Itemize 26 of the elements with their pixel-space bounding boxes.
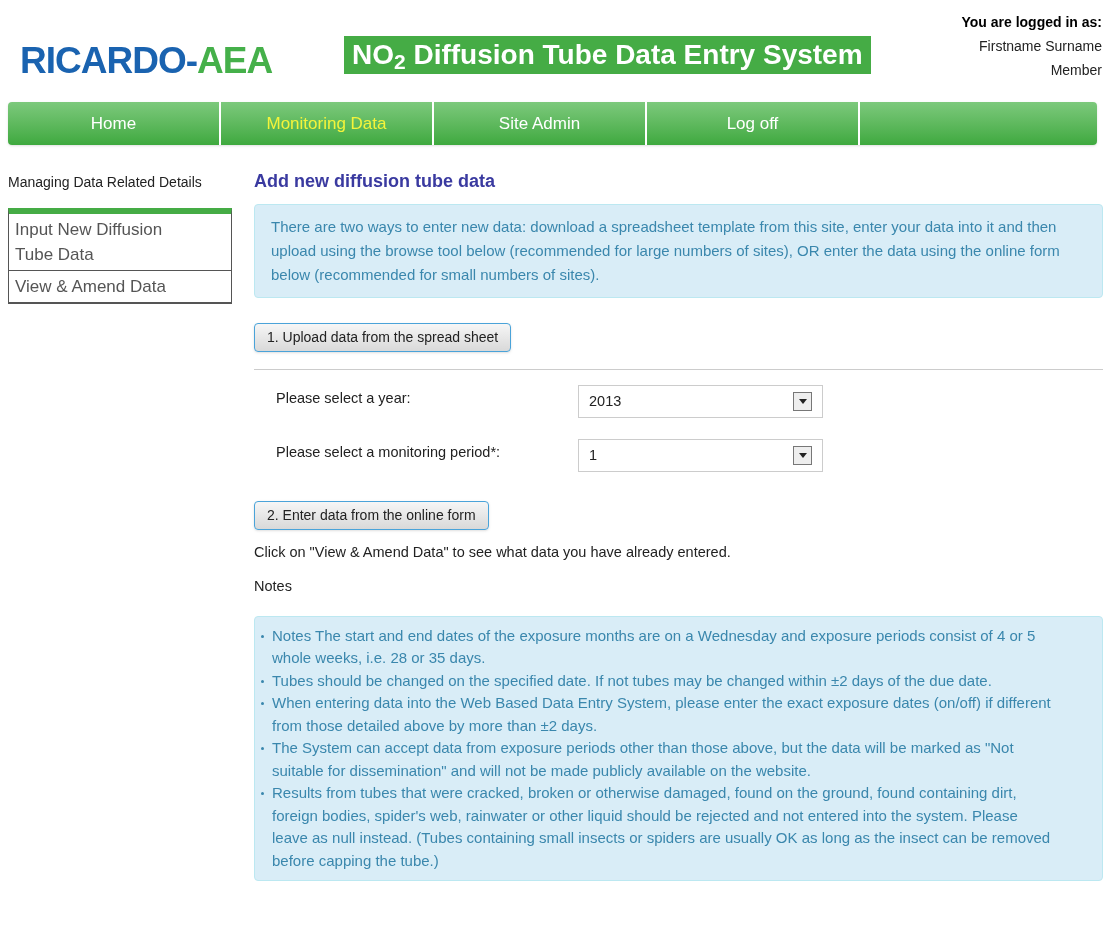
- bullet-icon: [261, 747, 264, 750]
- select-field[interactable]: 2013: [578, 385, 823, 418]
- enter-button[interactable]: 2. Enter data from the online form: [254, 501, 489, 530]
- select-field[interactable]: 1: [578, 439, 823, 472]
- intro-text: There are two ways to enter new data: download a spreadsheet template from this site, enter your data into it and then upload using the browse tool below (recommended for large numbers of sites), OR enter the data using the online form below (recommended for small numbers of sites).: [254, 204, 1103, 298]
- notes-heading: Notes: [254, 576, 293, 596]
- note-text: Tubes should be changed on the specified date. If not tubes may be changed within ±2 days of the due date.: [272, 670, 993, 691]
- hint-text: Click on "View & Amend Data" to see what data you have already entered.: [254, 543, 732, 562]
- note-text: Notes The start and end dates of the exposure months are on a Wednesday and exposure periods consist of 4 or 5 whole weeks, i.e. 28 or 35 days.: [272, 625, 1037, 668]
- note-text: When entering data into the Web Based Data Entry System, please enter the exact exposure dates (on/off) if different from those detailed above by more than ±2 days.: [272, 693, 1052, 736]
- bullet-icon: [261, 634, 264, 638]
- sidebar-heading: Managing Data Related Details: [8, 173, 203, 192]
- login-label: You are logged in as:: [961, 13, 1102, 32]
- bullet-icon: [261, 679, 264, 683]
- logo: RICARDO-AEA: [20, 42, 273, 79]
- user-name: Firstname Surname: [979, 37, 1102, 56]
- note-text: The System can accept data from exposure periods other than those above, but the data will be marked as "Not suitable for dissemination" and will not be made publicly available on the website.: [272, 738, 1015, 781]
- user-role: Member: [1050, 61, 1102, 80]
- page-heading: Add new diffusion tube data: [254, 170, 496, 192]
- field-label: Please select a year:: [276, 389, 412, 408]
- bullet-icon: [261, 702, 264, 705]
- bullet-icon: [261, 792, 264, 795]
- field-label: Please select a monitoring period*:: [276, 443, 502, 462]
- upload-button[interactable]: 1. Upload data from the spread sheet: [254, 323, 512, 352]
- note-text: Results from tubes that were cracked, broken or otherwise damaged, found on the ground, found containing dirt, foreign bodies, spider's web, rainwater or other liquid should be rejected and not entered into the system. Please leave as null instead. (Tubes containing small insects or spiders are usually OK as long as the insect can be removed before capping the tube.): [272, 783, 1052, 871]
- site-title: NO$_{2}$ Diffusion Tube Data Entry System: [344, 36, 871, 74]
